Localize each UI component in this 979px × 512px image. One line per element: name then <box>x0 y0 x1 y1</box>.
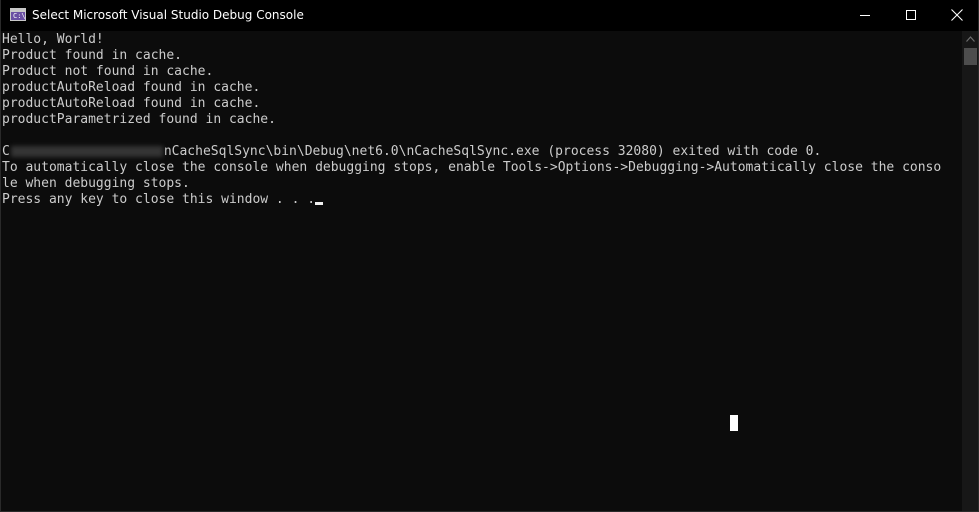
vertical-scrollbar[interactable] <box>962 31 978 511</box>
console-line: productParametrized found in cache. <box>2 112 276 127</box>
exit-line-suffix: nCacheSqlSync\bin\Debug\net6.0\nCacheSql… <box>163 144 822 159</box>
console-line: Hello, World! <box>2 32 104 47</box>
prompt-text: Press any key to close this window . . . <box>2 192 316 207</box>
title-bar[interactable]: C:\ Select Microsoft Visual Studio Debug… <box>1 0 978 31</box>
console-line: productAutoReload found in cache. <box>2 96 261 111</box>
window-title: Select Microsoft Visual Studio Debug Con… <box>32 8 304 22</box>
scroll-thumb[interactable] <box>964 48 977 65</box>
console-line: Product found in cache. <box>2 48 183 63</box>
exit-line-prefix: C <box>2 144 10 159</box>
minimize-icon <box>860 15 870 16</box>
scroll-up-button[interactable] <box>962 31 978 48</box>
console-app-icon[interactable]: C:\ <box>10 8 26 21</box>
close-icon <box>951 9 963 21</box>
chevron-up-icon <box>966 36 975 42</box>
console-line: Product not found in cache. <box>2 64 214 79</box>
maximize-button[interactable] <box>888 0 934 31</box>
minimize-button[interactable] <box>842 0 888 31</box>
text-cursor <box>315 202 324 205</box>
prompt-line: Press any key to close this window . . . <box>2 192 961 208</box>
icon-glyph: C:\ <box>13 12 26 20</box>
console-output[interactable]: Hello, World! Product found in cache. Pr… <box>2 32 961 510</box>
redacted-path <box>10 146 163 157</box>
console-line: le when debugging stops. <box>2 176 190 191</box>
mouse-cursor <box>730 415 738 431</box>
console-line: To automatically close the console when … <box>2 160 942 175</box>
exit-line: CnCacheSqlSync\bin\Debug\net6.0\nCacheSq… <box>2 144 961 160</box>
maximize-icon <box>906 10 916 20</box>
close-button[interactable] <box>934 0 978 31</box>
console-window: C:\ Select Microsoft Visual Studio Debug… <box>0 0 979 512</box>
console-line: productAutoReload found in cache. <box>2 80 261 95</box>
